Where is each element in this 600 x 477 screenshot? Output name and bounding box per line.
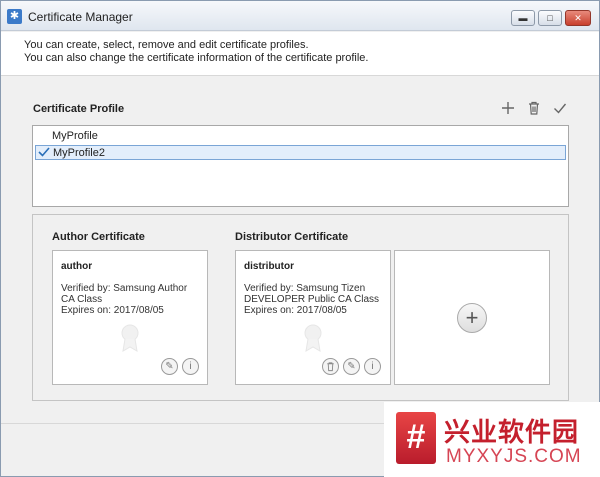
site-watermark: # 兴业软件园 MYXYJS.COM xyxy=(384,402,600,477)
certificate-badge-icon xyxy=(302,323,324,353)
distributor-certificate-title: Distributor Certificate xyxy=(235,231,349,243)
plus-icon[interactable] xyxy=(500,100,516,116)
maximize-button[interactable]: □ xyxy=(538,10,562,26)
profile-label: MyProfile xyxy=(52,130,98,142)
distributor-verified-line-1: Verified by: Samsung Tizen xyxy=(244,283,366,294)
author-verified-line-1: Verified by: Samsung Author xyxy=(61,283,188,294)
certificate-profile-title: Certificate Profile xyxy=(33,103,125,115)
watermark-latin-text: MYXYJS.COM xyxy=(446,446,582,467)
check-icon[interactable] xyxy=(552,100,568,116)
distributor-expires: Expires on: 2017/08/05 xyxy=(244,305,347,316)
author-expires: Expires on: 2017/08/05 xyxy=(61,305,164,316)
delete-icon[interactable] xyxy=(322,358,339,375)
author-cert-name: author xyxy=(61,261,93,272)
trash-icon[interactable] xyxy=(526,100,542,116)
intro-line-2: You can also change the certificate info… xyxy=(24,52,369,64)
checkmark-icon xyxy=(38,146,50,160)
author-verified-line-2: CA Class xyxy=(61,294,103,305)
distributor-verified-line-2: DEVELOPER Public CA Class xyxy=(244,294,380,305)
profile-item-myprofile2[interactable]: MyProfile2 xyxy=(35,145,566,160)
author-certificate-card[interactable]: author Verified by: Samsung Author CA Cl… xyxy=(52,250,208,385)
edit-icon[interactable]: ✎ xyxy=(161,358,178,375)
info-icon[interactable]: i xyxy=(182,358,199,375)
profile-list[interactable]: MyProfile MyProfile2 xyxy=(32,125,569,207)
watermark-logo-icon: # xyxy=(396,412,436,464)
intro-panel: You can create, select, remove and edit … xyxy=(1,32,599,76)
minimize-button[interactable]: ▬ xyxy=(511,10,535,26)
edit-icon[interactable]: ✎ xyxy=(343,358,360,375)
certificate-badge-icon xyxy=(119,323,141,353)
profile-item-myprofile[interactable]: MyProfile xyxy=(35,129,566,144)
add-icon[interactable]: + xyxy=(457,303,487,333)
distributor-certificate-card[interactable]: distributor Verified by: Samsung Tizen D… xyxy=(235,250,391,385)
watermark-chinese-text: 兴业软件园 xyxy=(444,418,580,448)
info-icon[interactable]: i xyxy=(364,358,381,375)
title-bar[interactable]: ✱ Certificate Manager ▬ □ ✕ xyxy=(1,1,599,31)
distributor-cert-name: distributor xyxy=(244,261,294,272)
add-certificate-card[interactable]: + xyxy=(394,250,550,385)
close-button[interactable]: ✕ xyxy=(565,10,591,26)
author-certificate-title: Author Certificate xyxy=(52,231,145,243)
intro-line-1: You can create, select, remove and edit … xyxy=(24,39,309,51)
app-icon: ✱ xyxy=(7,9,22,24)
window-title: Certificate Manager xyxy=(28,10,133,24)
profile-label: MyProfile2 xyxy=(53,147,105,159)
